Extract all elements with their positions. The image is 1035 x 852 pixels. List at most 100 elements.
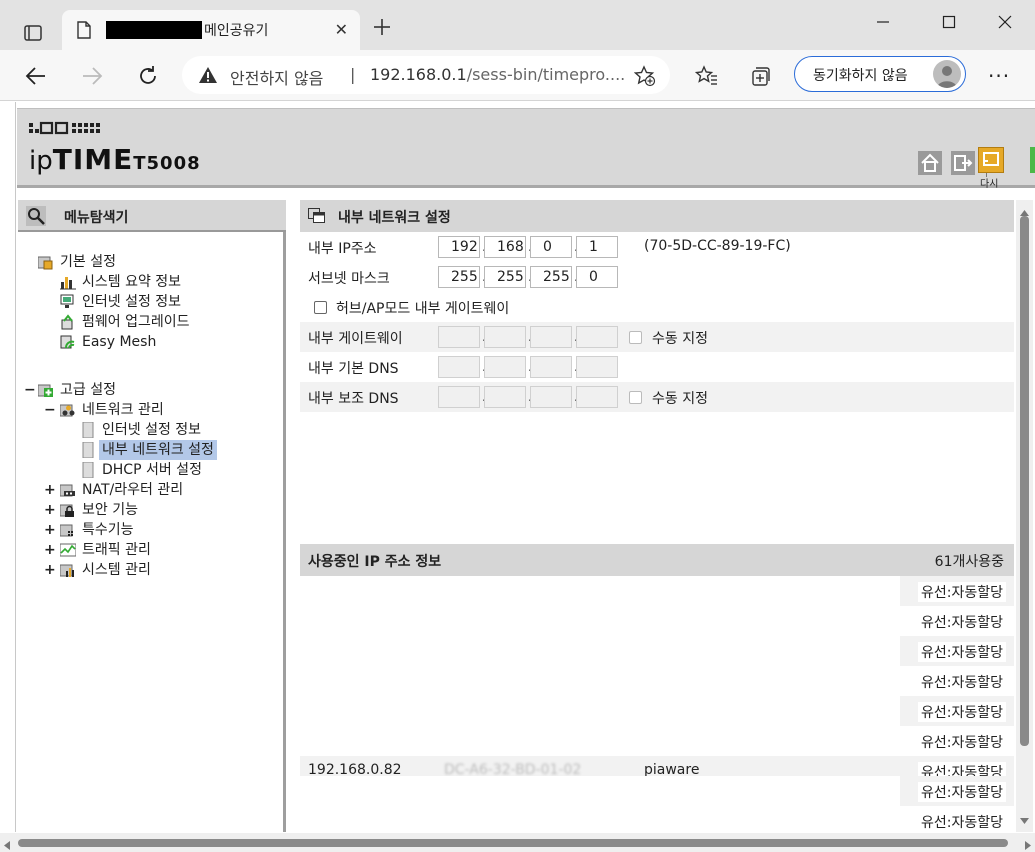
magnifier-icon — [26, 206, 46, 230]
avatar — [933, 60, 961, 88]
assignment-type: 유선:자동할당 — [918, 612, 1006, 632]
vertical-scrollbar[interactable] — [1016, 200, 1033, 832]
redacted-row — [300, 696, 900, 726]
minimize-icon[interactable] — [860, 8, 906, 36]
ip-usage-header: 사용중인 IP 주소 정보 61개사용중 — [300, 544, 1014, 576]
maximize-icon[interactable] — [926, 8, 972, 36]
dns1-octet-2[interactable] — [484, 356, 526, 378]
browser-tab-bar: 메인공유기 ✕ — [0, 0, 1035, 50]
router-icon — [59, 482, 76, 498]
vertical-scroll-thumb[interactable] — [1020, 216, 1029, 746]
menu-item-label: 인터넷 설정 정보 — [82, 294, 182, 310]
back-icon[interactable] — [22, 62, 50, 90]
assignment-type: 유선:자동할당 — [918, 702, 1006, 722]
dns2-octet-1[interactable] — [438, 386, 480, 408]
subnet-octet-3[interactable]: 255 — [530, 266, 572, 288]
menu-group-label: 트래픽 관리 — [82, 542, 151, 558]
more-menu-icon[interactable]: ··· — [988, 64, 1010, 88]
iptime-header: ipTIMET5008 다시 — [17, 108, 1035, 190]
lan-ip-octet-3[interactable]: 0 — [530, 236, 572, 258]
lan-ip-octet-4[interactable]: 1 — [576, 236, 618, 258]
logo-time: TIME — [52, 143, 134, 176]
horizontal-scrollbar[interactable] — [0, 833, 1035, 852]
redacted-row — [300, 636, 900, 666]
collapse-toggle[interactable]: − — [44, 400, 56, 420]
sync-profile-button[interactable]: 동기화하지 않음 — [794, 56, 966, 92]
dns2-octet-2[interactable] — [484, 386, 526, 408]
menu-advanced-label: 고급 설정 — [60, 382, 116, 398]
lan-ip-octet-1[interactable]: 192 — [438, 236, 480, 258]
browser-tab-active[interactable]: 메인공유기 ✕ — [62, 10, 360, 50]
add-favorite-icon[interactable] — [633, 65, 656, 91]
page-item-icon — [80, 421, 96, 439]
hub-ap-gateway-checkbox[interactable] — [314, 301, 327, 314]
url-text[interactable]: 192.168.0.1/sess-bin/timepro.... — [370, 65, 625, 84]
redacted-row — [300, 576, 900, 606]
dns1-octet-3[interactable] — [530, 356, 572, 378]
dns2-octet-4[interactable] — [576, 386, 618, 408]
menu-group-label: 특수기능 — [82, 522, 134, 538]
expand-toggle[interactable]: + — [44, 560, 56, 580]
expand-toggle[interactable]: + — [44, 480, 56, 500]
address-bar[interactable]: 안전하지 않음 | 192.168.0.1/sess-bin/timepro..… — [182, 56, 670, 94]
tab-close-icon[interactable]: ✕ — [335, 22, 348, 38]
forward-icon[interactable] — [78, 62, 106, 90]
refresh-icon[interactable] — [134, 62, 162, 90]
expand-toggle[interactable]: + — [44, 500, 56, 520]
dns1-octet-1[interactable] — [438, 356, 480, 378]
gateway-octet-1[interactable] — [438, 326, 480, 348]
assignment-type: 유선:자동할당 — [918, 642, 1006, 662]
primary-dns-row: 내부 기본 DNS . . . — [300, 352, 1014, 382]
dns-manual-checkbox[interactable] — [629, 391, 642, 404]
expand-toggle[interactable]: + — [44, 520, 56, 540]
lan-ip-row: 내부 IP주소 192 . 168 . 0 . 1 (70-5D-CC-89-1… — [300, 232, 1014, 262]
dns1-octet-4[interactable] — [576, 356, 618, 378]
not-secure-warning-icon[interactable] — [198, 66, 218, 88]
logout-icon[interactable] — [951, 151, 975, 175]
collapse-toggle[interactable]: − — [24, 380, 36, 400]
menu-item-label: Easy Mesh — [82, 334, 157, 350]
home-icon[interactable] — [918, 151, 942, 175]
window-close-icon[interactable] — [982, 8, 1028, 36]
page-icon — [76, 21, 92, 43]
gateway-octet-4[interactable] — [576, 326, 618, 348]
router-mac-address: (70-5D-CC-89-19-FC) — [644, 238, 791, 254]
gateway-octet-3[interactable] — [530, 326, 572, 348]
lan-ip-octet-2[interactable]: 168 — [484, 236, 526, 258]
tab-actions-icon[interactable] — [14, 14, 50, 50]
hub-ap-row: 허브/AP모드 내부 게이트웨이 — [300, 292, 1014, 322]
gateway-manual-checkbox[interactable] — [629, 331, 642, 344]
new-tab-icon[interactable] — [372, 17, 392, 37]
sync-label: 동기화하지 않음 — [813, 68, 908, 84]
secondary-dns-label: 내부 보조 DNS — [308, 391, 399, 407]
omnibox-separator: | — [350, 65, 356, 84]
horizontal-scroll-thumb[interactable] — [18, 839, 1008, 847]
special-feature-icon — [59, 522, 76, 538]
bar-chart-icon — [60, 274, 76, 290]
dns-manual-label: 수동 지정 — [652, 391, 708, 407]
menu-group-label: 시스템 관리 — [82, 562, 151, 578]
redo-icon[interactable] — [978, 147, 1004, 173]
subnet-octet-1[interactable]: 255 — [438, 266, 480, 288]
scroll-left-icon[interactable] — [4, 838, 10, 852]
table-row: 유선:자동할당 — [300, 576, 1014, 606]
menu-network-label: 네트워크 관리 — [82, 402, 164, 418]
logo-ip: ip — [29, 146, 53, 176]
favorites-icon[interactable] — [694, 63, 720, 89]
collections-icon[interactable] — [748, 63, 774, 89]
security-label[interactable]: 안전하지 않음 — [230, 65, 323, 89]
menu-item-label: 시스템 요약 정보 — [82, 274, 182, 290]
scroll-down-icon[interactable] — [1020, 812, 1029, 828]
tab-title: 메인공유기 — [204, 23, 269, 39]
expand-toggle[interactable]: + — [44, 540, 56, 560]
iptime-logo-dots — [29, 121, 115, 139]
dns2-octet-3[interactable] — [530, 386, 572, 408]
assignment-type: 유선:자동할당 — [918, 782, 1006, 802]
url-path: /sess-bin/timepro.... — [466, 65, 626, 84]
subnet-octet-4[interactable]: 0 — [576, 266, 618, 288]
assignment-type: 유선:자동할당 — [918, 582, 1006, 602]
gateway-octet-2[interactable] — [484, 326, 526, 348]
subnet-octet-2[interactable]: 255 — [484, 266, 526, 288]
scroll-right-icon[interactable] — [1025, 838, 1031, 852]
save-indicator[interactable] — [1030, 147, 1035, 173]
